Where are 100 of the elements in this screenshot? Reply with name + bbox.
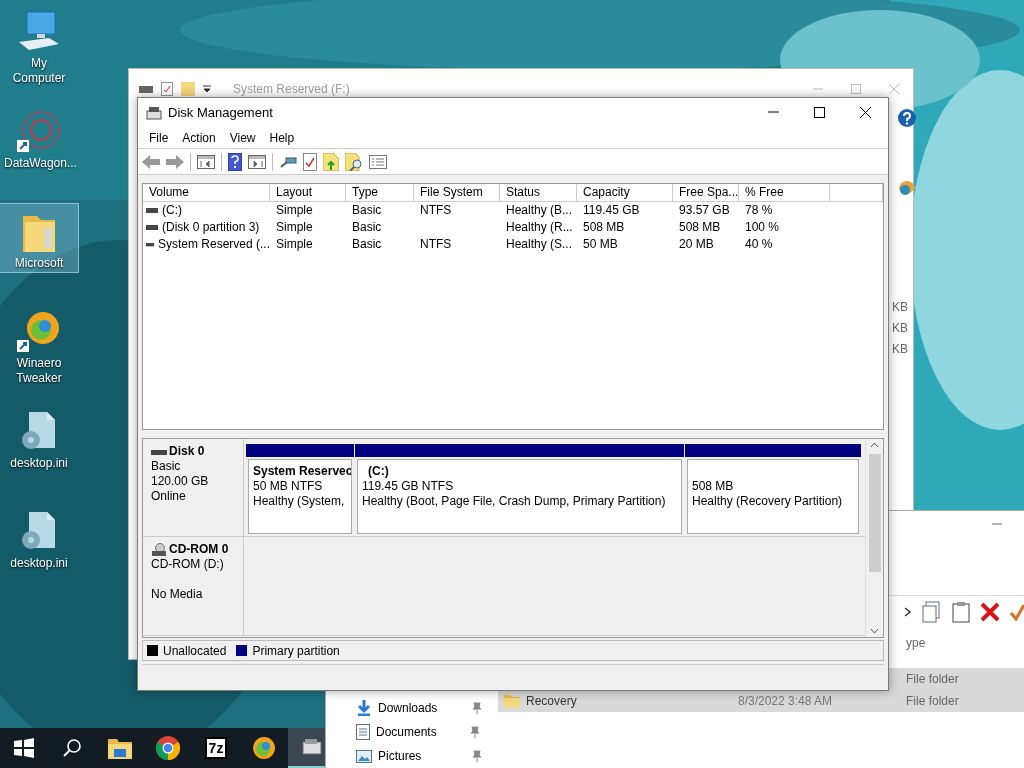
close-icon[interactable]: [859, 107, 871, 118]
scrollbar-thumb[interactable]: [868, 454, 881, 573]
scroll-down-icon[interactable]: [870, 628, 879, 635]
partition-size: 50 MB NTFS: [253, 479, 324, 495]
table-cell: Basic: [352, 237, 382, 251]
table-cell: Basic: [352, 203, 382, 217]
file-row[interactable]: File folder: [888, 668, 1024, 690]
nav-item[interactable]: Downloads: [326, 696, 498, 720]
cd-drive-icon: [151, 542, 167, 557]
icon-label: desktop.ini: [9, 456, 69, 471]
back-arrow-icon[interactable]: [142, 154, 160, 169]
windows-logo-icon[interactable]: [14, 738, 34, 758]
properties-icon[interactable]: [303, 152, 317, 171]
column-header[interactable]: % Free: [739, 184, 830, 201]
table-cell: 50 MB: [583, 237, 618, 251]
swirl-logo-icon[interactable]: [252, 736, 276, 760]
chevron-right-icon[interactable]: [904, 606, 912, 617]
column-header[interactable]: Layout: [270, 184, 346, 201]
table-cell: 508 MB: [583, 220, 625, 234]
table-cell: 119.45 GB: [583, 203, 640, 217]
table-cell: (Disk 0 partition 3): [162, 219, 260, 236]
column-header[interactable]: Free Spa...: [673, 184, 739, 201]
forward-arrow-icon[interactable]: [166, 154, 184, 169]
nav-label: Downloads: [378, 701, 439, 715]
volume-row[interactable]: (C:) Simple Basic NTFS Healthy (B... 119.45 GB 93.57 GB 78 %: [143, 202, 883, 219]
column-header[interactable]: Capacity: [577, 184, 673, 201]
disk-label-panel[interactable]: Disk 0 Basic 120.00 GB Online: [143, 439, 244, 537]
table-cell: 20 MB: [679, 237, 714, 251]
legend-label: Unallocated: [163, 643, 227, 658]
maximize-icon[interactable]: [813, 107, 825, 118]
window-title: Disk Management: [168, 105, 273, 120]
picture-icon: [356, 749, 372, 763]
desktop-icon[interactable]: Microsoft: [0, 204, 78, 272]
folder-arrow-icon[interactable]: [323, 152, 339, 171]
dropdown-icon[interactable]: [203, 85, 211, 93]
table-cell: Healthy (B...: [506, 203, 573, 217]
file-row[interactable]: Recovery 8/3/2022 3:48 AM File folder: [498, 690, 1024, 712]
table-cell: NTFS: [420, 203, 452, 217]
checkmark-icon[interactable]: [1010, 602, 1024, 621]
copy-icon[interactable]: [922, 600, 942, 623]
menu-item[interactable]: View: [222, 130, 263, 145]
nav-item[interactable]: Documents: [326, 720, 498, 744]
help-book-icon[interactable]: [228, 152, 242, 171]
file-type: File folder: [905, 672, 959, 686]
size-text: KB: [892, 341, 908, 358]
window-title: System Reserved (F:): [233, 82, 350, 96]
desktop-icon[interactable]: My Computer: [0, 4, 78, 104]
table-cell: Healthy (R...: [506, 220, 573, 234]
nav-item[interactable]: Pictures: [326, 744, 498, 768]
desktop-icon[interactable]: DataWagon...: [0, 104, 78, 204]
column-header[interactable]: Volume: [143, 184, 270, 201]
table-cell: NTFS: [420, 237, 452, 251]
table-cell: 100 %: [745, 220, 780, 234]
folder-magnifier-icon[interactable]: [345, 152, 363, 171]
help-icon[interactable]: [898, 109, 916, 127]
desktop-icon[interactable]: Winaero Tweaker: [0, 304, 78, 404]
folder-icon[interactable]: [108, 737, 132, 759]
archiver-icon[interactable]: 7z: [204, 737, 228, 759]
drive-icon: [146, 224, 158, 231]
disk-label-panel[interactable]: CD-ROM 0 CD-ROM (D:) No Media: [143, 537, 244, 636]
delete-icon[interactable]: [980, 601, 1000, 622]
browser-logo-icon[interactable]: [156, 736, 180, 760]
menu-item[interactable]: Action: [175, 130, 223, 145]
desktop-icon[interactable]: desktop.ini: [0, 504, 78, 604]
column-header[interactable]: ype: [906, 628, 926, 658]
menu-item[interactable]: Help: [262, 130, 302, 145]
icon-label: My Computer: [11, 56, 67, 86]
menu-item[interactable]: File: [142, 130, 176, 145]
disk-drive-icon[interactable]: [301, 736, 323, 758]
file-type: File folder: [906, 694, 959, 708]
table-cell: 93.57 GB: [679, 203, 730, 217]
volume-row[interactable]: System Reserved (... Simple Basic NTFS Healthy (S... 50 MB 20 MB 40 %: [143, 236, 883, 253]
disk-status: Online: [151, 489, 187, 505]
scroll-up-icon[interactable]: [870, 442, 879, 449]
connect-plug-icon[interactable]: [279, 154, 297, 169]
desktop-icon[interactable]: desktop.ini: [0, 404, 78, 504]
table-cell: System Reserved (...: [157, 236, 270, 253]
disk-name: Disk 0: [169, 444, 205, 460]
table-cell: Simple: [276, 220, 313, 234]
drive-icon: [139, 84, 153, 94]
clipboard-icon[interactable]: [952, 600, 970, 623]
console-tree-icon[interactable]: [197, 154, 215, 169]
partition-size: 508 MB: [692, 479, 735, 495]
action-pane-icon[interactable]: [248, 154, 266, 169]
volume-row[interactable]: (Disk 0 partition 3) Simple Basic Healthy (R... 508 MB 508 MB 100 %: [143, 219, 883, 236]
table-cell: Simple: [276, 237, 313, 251]
size-text: KB: [892, 320, 908, 337]
shell-icon: [898, 179, 916, 197]
size-text: KB: [892, 299, 908, 316]
column-header[interactable]: Type: [346, 184, 414, 201]
disk-drive-icon: [146, 105, 162, 120]
legend-label: Primary partition: [252, 643, 340, 658]
column-header[interactable]: Status: [500, 184, 577, 201]
column-header[interactable]: File System: [414, 184, 500, 201]
document-icon: [356, 724, 370, 740]
disk-type: Basic: [151, 459, 182, 475]
table-cell: Healthy (S...: [506, 237, 573, 251]
icon-label: Microsoft: [13, 256, 65, 271]
list-view-icon[interactable]: [369, 154, 387, 169]
search-icon[interactable]: [62, 738, 82, 758]
